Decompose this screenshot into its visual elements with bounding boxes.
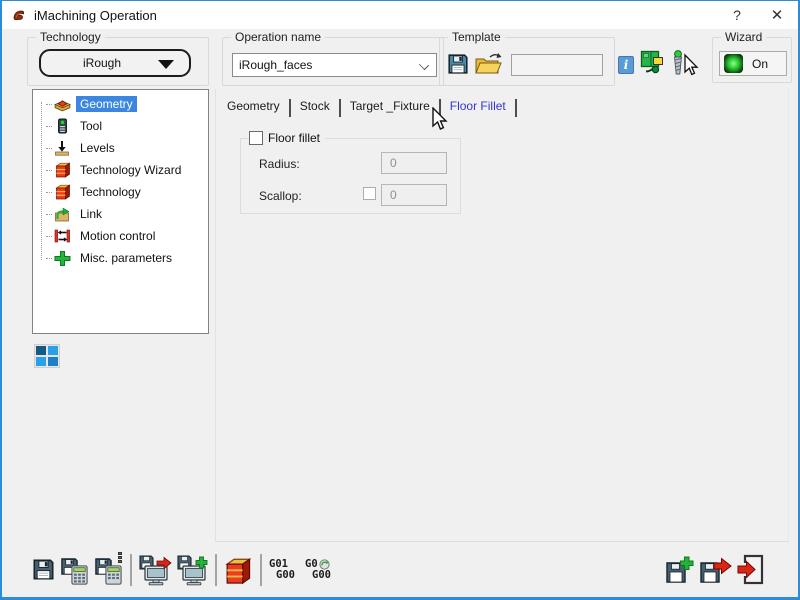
chevron-down-icon: [419, 60, 429, 70]
save-exit-simulate-button[interactable]: [139, 555, 173, 589]
scallop-field: 0: [381, 184, 447, 206]
save-template-button[interactable]: [447, 53, 469, 75]
open-template-button[interactable]: [474, 51, 502, 76]
tab-target-fixture[interactable]: Target _Fixture: [341, 99, 439, 119]
technology-group-label: Technology: [36, 30, 105, 44]
geometry-icon: [53, 96, 72, 112]
template-group: Template: [439, 37, 615, 86]
tool-pick-cursor-icon[interactable]: [670, 49, 700, 77]
technology-value: iRough: [83, 56, 121, 70]
template-group-label: Template: [448, 30, 505, 44]
sidebar-item-motion-control[interactable]: Motion control: [33, 225, 208, 247]
sidebar-item-levels[interactable]: Levels: [33, 137, 208, 159]
mouse-cursor: [431, 107, 451, 133]
wizard-state-label: On: [752, 57, 768, 71]
technology-layers-button[interactable]: [222, 556, 253, 586]
sidebar-item-misc-parameters[interactable]: Misc. parameters: [33, 247, 208, 269]
tab-floor-fillet[interactable]: Floor Fillet: [441, 99, 515, 119]
operation-name-value: iRough_faces: [239, 58, 312, 72]
close-button[interactable]: ✕: [760, 1, 794, 29]
save-button[interactable]: [32, 558, 55, 581]
calculator-icon: [105, 565, 122, 585]
grid-squares-icon[interactable]: [34, 344, 60, 368]
machine-setup-icon[interactable]: [640, 49, 667, 76]
app-icon: [11, 7, 27, 23]
save-and-add-button[interactable]: [665, 555, 695, 585]
tool-icon: [53, 118, 72, 134]
sidebar-item-label: Levels: [76, 140, 119, 156]
floor-fillet-group: Floor fillet Radius: 0 Scallop: 0: [240, 138, 461, 214]
scallop-checkbox: [363, 187, 376, 200]
titlebar: iMachining Operation ? ✕: [2, 1, 798, 29]
calculator-icon: [71, 565, 88, 585]
sidebar-item-tool[interactable]: Tool: [33, 115, 208, 137]
wizard-led-icon: [724, 54, 743, 73]
dropdown-triangle-icon: [158, 60, 174, 69]
sidebar-item-technology[interactable]: Technology: [33, 181, 208, 203]
sidebar-item-label: Link: [76, 206, 106, 222]
sidebar-item-label: Technology Wizard: [76, 162, 185, 178]
operation-tree: Geometry Tool: [32, 89, 209, 334]
window-title: iMachining Operation: [34, 8, 157, 23]
operation-name-combobox[interactable]: iRough_faces: [232, 53, 437, 77]
wizard-toggle-button[interactable]: On: [719, 51, 787, 76]
layers-icon: [53, 162, 72, 178]
operation-name-group: Operation name iRough_faces: [222, 37, 444, 86]
sidebar-item-label: Technology: [76, 184, 145, 200]
floor-fillet-checkbox[interactable]: [249, 131, 263, 145]
exit-button[interactable]: [737, 554, 765, 585]
sidebar-item-geometry[interactable]: Geometry: [33, 93, 208, 115]
sidebar-item-link[interactable]: Link: [33, 203, 208, 225]
technology-group: Technology iRough: [27, 37, 209, 86]
tab-strip: Geometry Stock Target _Fixture Floor Fil…: [218, 95, 517, 119]
operation-name-group-label: Operation name: [231, 30, 325, 44]
sidebar-item-label: Motion control: [76, 228, 159, 244]
template-name-field[interactable]: [511, 54, 603, 76]
sidebar-item-label: Tool: [76, 118, 106, 134]
gcode-button[interactable]: G01 G00: [269, 559, 295, 580]
sidebar-item-label: Geometry: [76, 96, 137, 112]
sidebar-item-label: Misc. parameters: [76, 250, 176, 266]
scallop-label: Scallop:: [259, 189, 302, 203]
radius-field: 0: [381, 152, 447, 174]
info-button[interactable]: i: [618, 56, 634, 74]
save-and-exit-button[interactable]: [700, 555, 732, 585]
layers-icon: [53, 184, 72, 200]
link-icon: [53, 206, 72, 222]
help-button[interactable]: ?: [720, 1, 754, 29]
save-add-operation-button[interactable]: [177, 555, 211, 589]
gcode-simulate-button[interactable]: G0 G00: [305, 559, 331, 581]
plus-icon: [53, 250, 72, 266]
floor-fillet-label: Floor fillet: [268, 131, 320, 145]
imachining-operation-dialog: iMachining Operation ? ✕ Technology iRou…: [0, 0, 800, 600]
wizard-group-label: Wizard: [721, 30, 766, 44]
sidebar-item-technology-wizard[interactable]: Technology Wizard: [33, 159, 208, 181]
wizard-group: Wizard On: [712, 37, 792, 83]
tab-geometry[interactable]: Geometry: [218, 99, 289, 119]
multi-dots-icon: [118, 552, 122, 563]
motion-control-icon: [53, 228, 72, 244]
radius-label: Radius:: [259, 157, 300, 171]
tab-stock[interactable]: Stock: [291, 99, 339, 119]
levels-icon: [53, 140, 72, 156]
technology-dropdown[interactable]: iRough: [39, 49, 191, 77]
